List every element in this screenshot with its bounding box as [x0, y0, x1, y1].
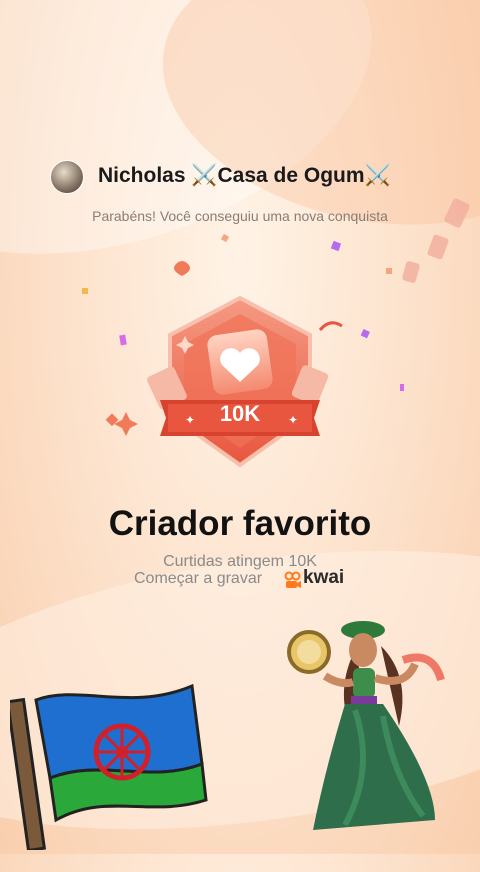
- achievement-badge: ✦ ✦: [114, 295, 329, 468]
- username-title: Nicholas ⚔️Casa de Ogum⚔️: [98, 164, 391, 187]
- avatar[interactable]: [50, 160, 84, 194]
- kwai-brand[interactable]: kwai: [303, 567, 344, 589]
- badge-label: 10K: [219, 401, 261, 426]
- achievement-title: Criador favorito: [108, 504, 372, 543]
- achievement-description: Curtidas atingem 10K: [163, 553, 317, 570]
- romani-flag-icon: [10, 683, 208, 850]
- dancer-sticker: [287, 621, 445, 830]
- kwai-logo-icon: [284, 571, 301, 588]
- header: Nicholas ⚔️Casa de Ogum⚔️: [0, 158, 480, 198]
- record-prompt: Começar a gravar: [134, 570, 263, 587]
- congrats-subtitle: Parabéns! Você conseguiu uma nova conqui…: [92, 208, 388, 224]
